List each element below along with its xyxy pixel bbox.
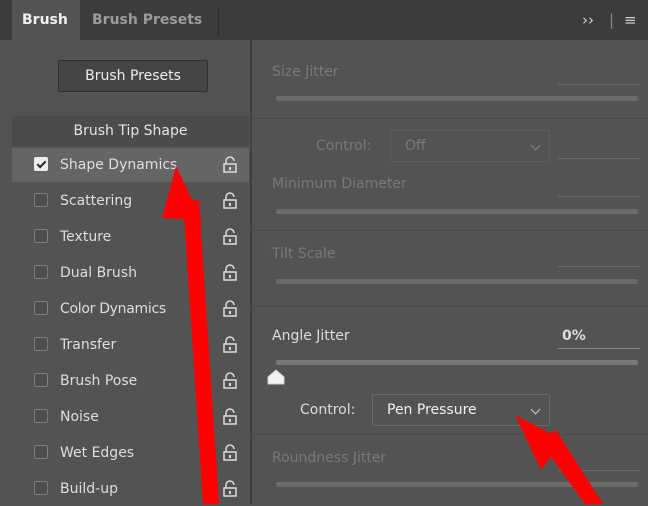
annotation-arrows: [162, 166, 603, 504]
annotation-arrow-head: [162, 166, 202, 220]
annotation-arrow-shaft: [183, 200, 219, 504]
